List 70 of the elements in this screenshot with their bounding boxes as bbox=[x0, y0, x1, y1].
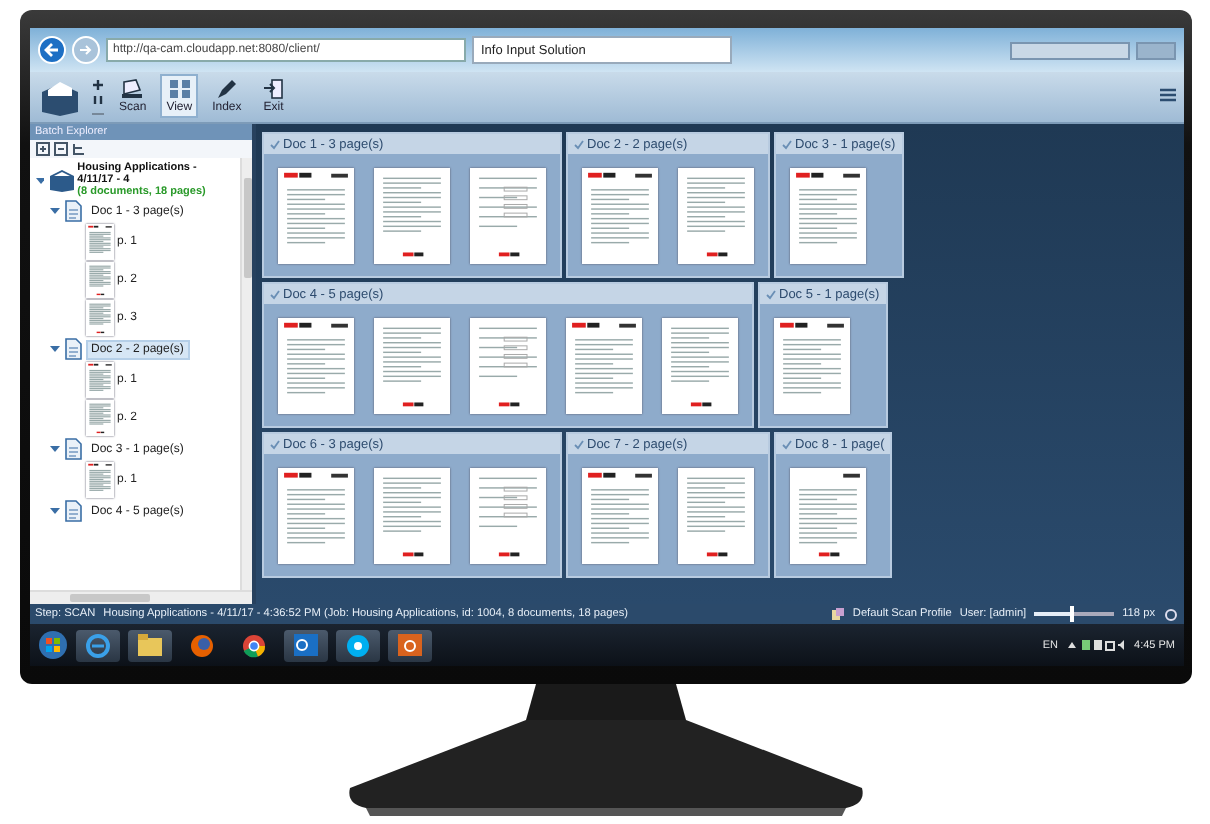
arrow-right-icon bbox=[79, 44, 91, 56]
folder-icon bbox=[137, 634, 161, 656]
document-page-thumbnail bbox=[661, 318, 737, 414]
document-page-thumbnail bbox=[789, 168, 865, 264]
document-page-thumbnail bbox=[469, 168, 545, 264]
document-page-thumbnail bbox=[277, 168, 353, 264]
system-tray-icons[interactable] bbox=[1066, 638, 1127, 652]
taskbar-app-button[interactable] bbox=[75, 629, 119, 661]
document-page-thumbnail bbox=[373, 168, 449, 264]
taskbar-app-button[interactable] bbox=[127, 629, 171, 661]
scanner-icon bbox=[120, 78, 145, 100]
document-page-thumbnail bbox=[469, 468, 545, 564]
start-orb-icon[interactable] bbox=[37, 630, 67, 660]
pen-icon bbox=[214, 78, 239, 100]
tree-icon[interactable] bbox=[71, 142, 85, 156]
arrow-left-icon bbox=[43, 42, 59, 58]
document-page-thumbnail bbox=[581, 168, 657, 264]
document-page-thumbnail bbox=[373, 318, 449, 414]
document-page-thumbnail bbox=[85, 224, 113, 260]
camera-icon bbox=[397, 634, 421, 656]
caret-down-icon[interactable] bbox=[35, 175, 45, 185]
checkmark-icon[interactable] bbox=[269, 289, 279, 299]
settings-icon[interactable] bbox=[1163, 607, 1177, 621]
document-page-thumbnail bbox=[789, 468, 865, 564]
checkmark-icon[interactable] bbox=[269, 139, 279, 149]
document-page-thumbnail bbox=[469, 318, 545, 414]
document-icon bbox=[63, 200, 81, 222]
document-icon bbox=[63, 338, 81, 360]
document-page-thumbnail bbox=[277, 318, 353, 414]
taskbar-app-button[interactable] bbox=[387, 629, 431, 661]
back-button[interactable] bbox=[37, 36, 65, 64]
document-page-thumbnail bbox=[373, 468, 449, 564]
profile-icon bbox=[832, 608, 845, 620]
caret-down-icon[interactable] bbox=[49, 206, 59, 216]
caret-down-icon[interactable] bbox=[49, 344, 59, 354]
document-page-thumbnail bbox=[85, 462, 113, 498]
document-page-thumbnail bbox=[677, 168, 753, 264]
pages-grid-icon bbox=[167, 78, 192, 100]
chat-bubble-icon bbox=[345, 633, 369, 657]
caret-down-icon[interactable] bbox=[49, 444, 59, 454]
checkmark-icon[interactable] bbox=[573, 139, 583, 149]
checkmark-icon[interactable] bbox=[781, 139, 791, 149]
zoom-slider-thumb[interactable] bbox=[1070, 606, 1075, 622]
checkmark-icon[interactable] bbox=[781, 439, 791, 449]
expand-all-icon[interactable] bbox=[35, 142, 49, 156]
menu-icon[interactable] bbox=[1159, 88, 1175, 102]
document-icon bbox=[63, 438, 81, 460]
document-icon bbox=[63, 500, 81, 522]
document-page-thumbnail bbox=[581, 468, 657, 564]
collapse-all-icon[interactable] bbox=[53, 142, 67, 156]
document-page-thumbnail bbox=[277, 468, 353, 564]
taskbar-app-button[interactable] bbox=[335, 629, 379, 661]
checkmark-icon[interactable] bbox=[765, 289, 775, 299]
document-page-thumbnail bbox=[85, 400, 113, 436]
tricolor-circle-icon bbox=[241, 633, 265, 657]
door-arrow-icon bbox=[261, 78, 286, 100]
document-page-thumbnail bbox=[677, 468, 753, 564]
globe-e-icon bbox=[85, 633, 109, 657]
search-field[interactable] bbox=[1009, 41, 1129, 59]
taskbar-app-button[interactable] bbox=[283, 629, 327, 661]
document-page-thumbnail bbox=[85, 262, 113, 298]
checkmark-icon[interactable] bbox=[573, 439, 583, 449]
document-page-thumbnail bbox=[85, 362, 113, 398]
mail-envelope-icon bbox=[293, 634, 317, 656]
document-page-thumbnail bbox=[773, 318, 849, 414]
checkmark-icon[interactable] bbox=[269, 439, 279, 449]
document-page-thumbnail bbox=[565, 318, 641, 414]
document-page-thumbnail bbox=[85, 300, 113, 336]
caret-down-icon[interactable] bbox=[49, 506, 59, 516]
fox-globe-icon bbox=[189, 633, 213, 657]
